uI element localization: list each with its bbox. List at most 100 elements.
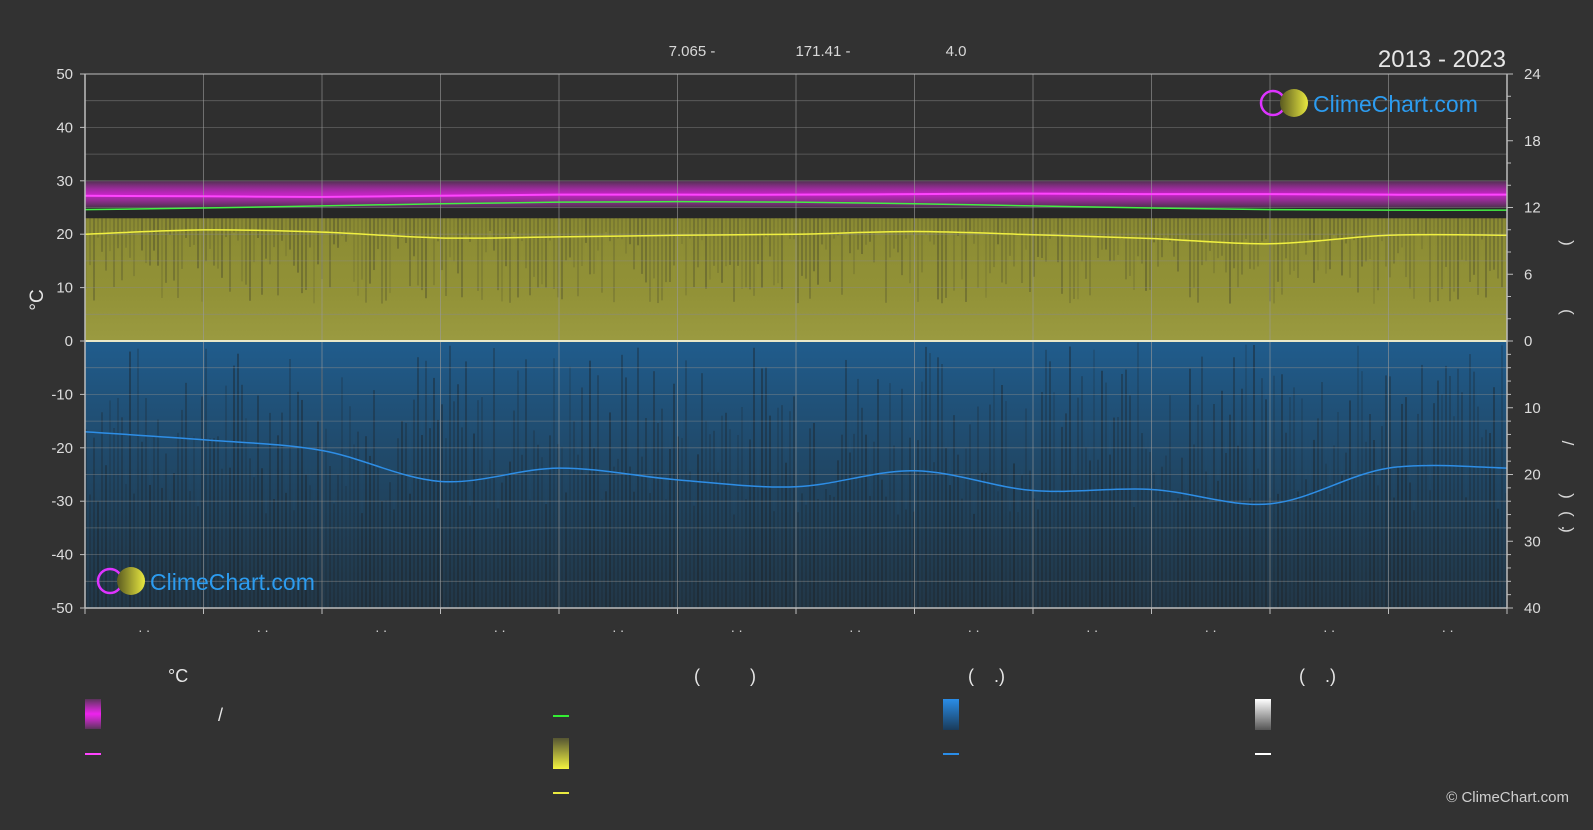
x-tick-label: . . <box>138 619 150 635</box>
daylight-streak <box>1345 218 1347 244</box>
daylight-streak <box>1485 218 1487 298</box>
precipitation-streak <box>353 444 355 608</box>
precipitation-streak <box>969 424 971 608</box>
daylight-streak <box>577 218 579 297</box>
precipitation-streak <box>773 511 775 608</box>
daylight-streak <box>513 218 515 232</box>
daylight-streak <box>901 218 903 276</box>
daylight-streak <box>109 218 111 252</box>
precipitation-streak <box>897 514 899 608</box>
daylight-streak <box>1197 218 1199 303</box>
precipitation-streak <box>793 396 795 608</box>
precipitation-streak <box>961 498 963 608</box>
daylight-streak <box>969 218 971 231</box>
daylight-streak <box>485 218 487 253</box>
precipitation-streak <box>941 364 943 608</box>
precipitation-streak <box>1261 378 1263 608</box>
precipitation-streak <box>481 397 483 608</box>
precipitation-streak <box>505 474 507 608</box>
precipitation-streak <box>661 408 663 608</box>
precipitation-streak <box>1281 374 1283 608</box>
daylight-streak <box>873 218 875 263</box>
right-axis-glyph-1: ) <box>1558 240 1577 246</box>
daylight-streak <box>929 218 931 242</box>
precipitation-streak <box>905 509 907 608</box>
legend-col2-heading: ( ) <box>694 666 756 686</box>
daylight-streak <box>645 218 647 283</box>
daylight-streak <box>157 218 159 266</box>
precipitation-streak <box>629 466 631 608</box>
legend-slash: / <box>218 705 223 725</box>
precipitation-streak <box>1489 433 1491 608</box>
precipitation-streak <box>1361 371 1363 608</box>
daylight-streak <box>1185 218 1187 240</box>
right-bottom-tick-label: 30 <box>1524 533 1541 550</box>
daylight-streak <box>1225 218 1227 273</box>
precipitation-streak <box>1069 346 1071 608</box>
right-top-tick-label: 12 <box>1524 200 1541 217</box>
precipitation-streak <box>1397 466 1399 608</box>
daylight-streak <box>769 218 771 257</box>
precipitation-streak <box>1165 455 1167 608</box>
precipitation-streak <box>1049 361 1051 608</box>
daylight-streak <box>545 218 547 288</box>
precipitation-streak <box>109 400 111 608</box>
daylight-streak <box>1441 218 1443 290</box>
precipitation-streak <box>1245 344 1247 608</box>
daylight-streak <box>93 218 95 301</box>
precipitation-streak <box>145 397 147 608</box>
daylight-streak <box>1005 218 1007 285</box>
daylight-streak <box>841 218 843 295</box>
daylight-streak <box>1413 218 1415 299</box>
daylight-streak <box>1425 218 1427 235</box>
logo-top-right[interactable]: ClimeChart.com <box>1259 89 1478 117</box>
daylight-streak <box>265 218 267 259</box>
precipitation-streak <box>105 465 107 608</box>
precipitation-streak <box>877 379 879 608</box>
daylight-streak <box>1261 218 1263 242</box>
daylight-streak <box>409 218 411 287</box>
daylight-streak <box>465 218 467 236</box>
precipitation-streak <box>1141 433 1143 608</box>
precipitation-streak <box>693 505 695 608</box>
daylight-streak <box>1501 218 1503 288</box>
logo-globe-icon <box>117 567 145 595</box>
precipitation-streak <box>1353 476 1355 608</box>
daylight-streak <box>1277 218 1279 282</box>
logo-bottom-left[interactable]: ClimeChart.com <box>96 567 315 595</box>
daylight-streak <box>397 218 399 249</box>
daylight-streak <box>533 218 535 277</box>
precipitation-streak <box>425 360 427 608</box>
daylight-streak <box>529 218 531 296</box>
precipitation-streak <box>341 377 343 608</box>
daylight-streak <box>1321 218 1323 242</box>
daylight-streak <box>1309 218 1311 240</box>
left-tick-label: -50 <box>51 600 73 617</box>
daylight-streak <box>169 218 171 235</box>
precipitation-streak <box>345 485 347 608</box>
daylight-streak <box>1393 218 1395 264</box>
daylight-streak <box>973 218 975 244</box>
daylight-streak <box>1057 218 1059 263</box>
daylight-streak <box>393 218 395 233</box>
precipitation-streak <box>845 359 847 608</box>
legend-precip-swatch <box>943 699 959 730</box>
precipitation-streak <box>1005 400 1007 608</box>
daylight-streak <box>977 218 979 288</box>
daylight-streak <box>1017 218 1019 236</box>
precipitation-streak <box>1057 491 1059 608</box>
precipitation-streak <box>1169 395 1171 608</box>
precipitation-streak <box>761 368 763 608</box>
climate-chart-page: 50 40 30 20 10 0 -10 -20 -30 -40 -50 24 18 12 6 0 10 20 30… <box>0 0 1593 825</box>
precipitation-streak <box>681 437 683 608</box>
daylight-streak <box>189 218 191 247</box>
precipitation-streak <box>1241 388 1243 608</box>
precipitation-streak <box>957 454 959 608</box>
precipitation-streak <box>1105 382 1107 608</box>
daylight-streak <box>793 218 795 240</box>
right-top-tick-label: 24 <box>1524 66 1541 83</box>
precipitation-streak <box>589 360 591 608</box>
precipitation-streak <box>545 504 547 608</box>
daylight-streak <box>905 218 907 239</box>
precipitation-streak <box>1461 392 1463 608</box>
